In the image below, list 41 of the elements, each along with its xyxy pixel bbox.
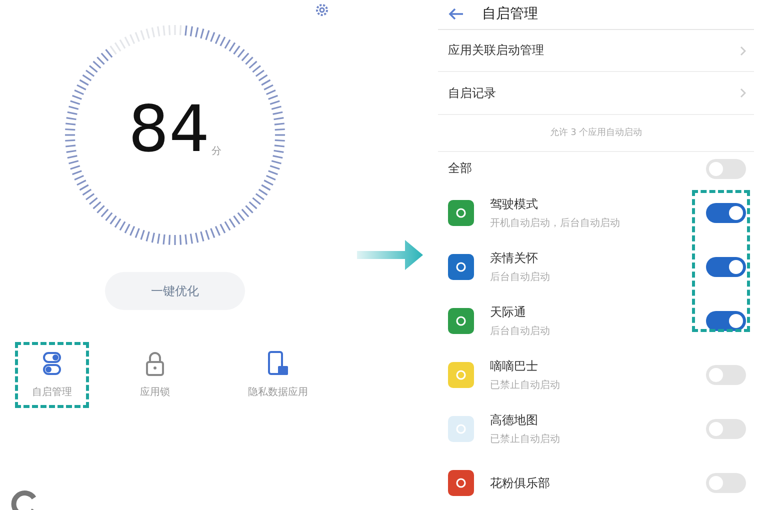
settings-icon[interactable]	[314, 2, 330, 18]
app-name: 亲情关怀	[490, 250, 539, 268]
allowed-count-note: 允许 3 个应用自动启动	[550, 126, 642, 140]
app-status: 已禁止自动启动	[490, 378, 561, 392]
phone-icon	[267, 351, 289, 377]
chevron-icon	[740, 46, 746, 56]
optimize-button[interactable]: 一键优化	[105, 272, 245, 310]
app-name: 嘀嘀巴士	[490, 358, 539, 376]
tool-label: 自启管理	[32, 386, 72, 399]
app-name: 高德地图	[490, 412, 539, 430]
chevron-icon	[740, 88, 746, 98]
logo-icon	[10, 490, 38, 510]
app-status: 已禁止自动启动	[490, 432, 561, 446]
app-name: 驾驶模式	[490, 196, 539, 214]
score-unit: 分	[212, 145, 222, 158]
toggle-switch[interactable]	[706, 419, 746, 440]
all-label: 全部	[448, 160, 472, 178]
tool-item[interactable]: 自启管理	[15, 342, 89, 408]
tool-label: 隐私数据应用	[248, 386, 308, 399]
toggle-switch[interactable]	[706, 473, 746, 494]
score-value: 84	[128, 98, 210, 162]
app-name: 花粉俱乐部	[490, 474, 551, 492]
tool-item[interactable]: 隐私数据应用	[221, 342, 335, 408]
toggle-switch[interactable]	[706, 311, 746, 332]
menu-row[interactable]: 自启记录	[438, 72, 754, 115]
arrow-icon	[357, 238, 423, 272]
app-status: 后台自动启动	[490, 324, 551, 338]
lock-icon	[144, 351, 166, 377]
toggle-switch[interactable]	[706, 365, 746, 386]
tool-item[interactable]: 应用锁	[118, 342, 192, 408]
app-status: 开机自动启动，后台自动启动	[490, 216, 621, 230]
app-status: 后台自动启动	[490, 270, 551, 284]
toggle-switch[interactable]	[706, 158, 746, 179]
toggle-switch[interactable]	[706, 203, 746, 224]
app-name: 天际通	[490, 304, 527, 322]
page-title: 自启管理	[482, 5, 538, 24]
toggle-icon	[41, 351, 63, 377]
menu-row[interactable]: 应用关联启动管理	[438, 30, 754, 72]
tool-label: 应用锁	[140, 386, 170, 399]
toggle-switch[interactable]	[706, 257, 746, 278]
back-icon[interactable]	[448, 8, 464, 20]
